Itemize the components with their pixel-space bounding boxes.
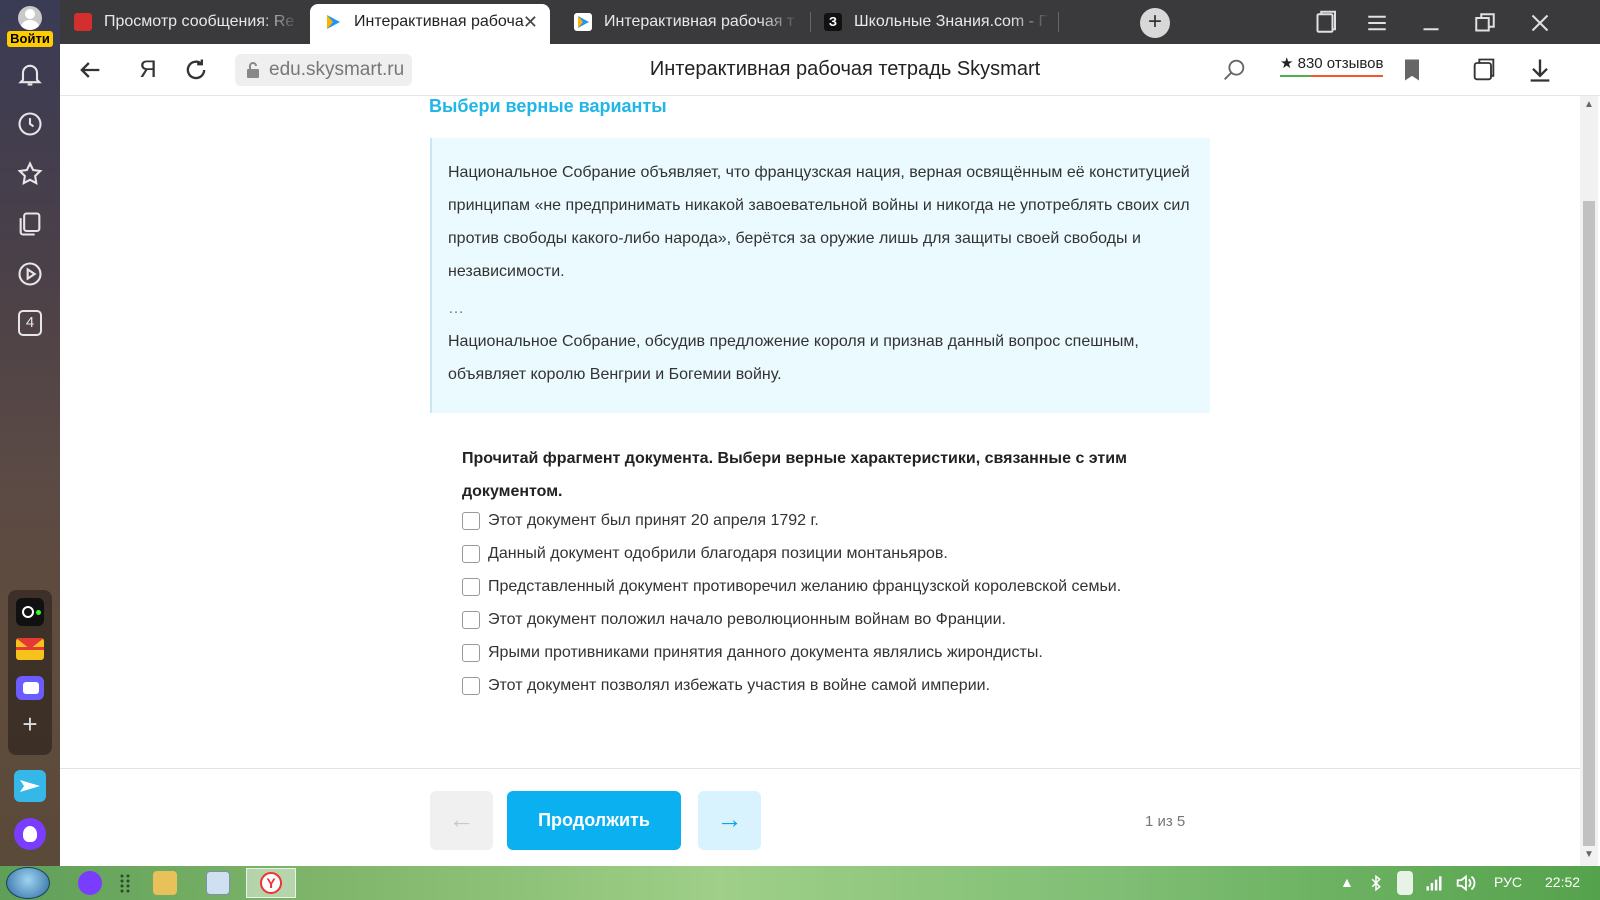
option-1[interactable]: Этот документ был принят 20 апреля 1792 … [462,508,1222,541]
collections-icon[interactable] [16,210,44,238]
file-explorer-icon[interactable] [153,871,177,895]
close-tab-icon[interactable]: ✕ [523,4,538,40]
reviews-badge[interactable]: ★ 830 отзывов [1280,54,1384,77]
mail-app-icon[interactable] [16,638,44,660]
checkbox[interactable] [462,578,480,596]
notepad-icon[interactable] [206,871,230,895]
mail-favicon-icon [74,13,92,31]
tray-arrow-icon[interactable]: ▲ [1340,874,1354,890]
download-icon[interactable] [1526,56,1554,84]
option-label: Этот документ был принят 20 апреля 1792 … [488,512,819,529]
checkbox[interactable] [462,545,480,563]
video-icon[interactable] [16,260,44,288]
search-page-icon[interactable] [1220,56,1248,84]
option-3[interactable]: Представленный документ противоречил жел… [462,574,1222,607]
tab-skysmart-2[interactable]: Интерактивная рабочая т [560,4,800,44]
options-list: Этот документ был принят 20 апреля 1792 … [462,508,1222,706]
collections-toolbar-icon[interactable] [1470,56,1498,84]
question-text: Прочитай фрагмент документа. Выбери верн… [462,450,1127,500]
alice-taskbar-icon[interactable] [78,871,102,895]
checkbox[interactable] [462,644,480,662]
doc-paragraph-1: Национальное Собрание объявляет, что фра… [448,164,1190,280]
yandex-browser-taskbar-button[interactable]: Y [246,868,296,898]
option-label: Представленный документ противоречил жел… [488,578,1122,595]
skysmart-favicon-icon [574,13,592,31]
menu-icon[interactable] [1362,8,1392,38]
tab-skysmart-active[interactable]: Интерактивная рабоча ✕ [310,4,550,44]
language-indicator[interactable]: РУС [1494,874,1522,890]
start-button[interactable] [6,867,50,899]
option-label: Данный документ одобрили благодаря позиц… [488,545,948,562]
tab-manager-icon[interactable] [1310,8,1340,38]
next-button[interactable]: → [698,791,761,850]
option-label: Этот документ позволял избежать участия … [488,677,991,694]
continue-button[interactable]: Продолжить [507,791,681,850]
add-app-icon[interactable]: + [18,711,42,737]
messenger-app-icon[interactable] [16,676,44,700]
tab-title: Интерактивная рабоча [354,13,524,30]
checkbox[interactable] [462,677,480,695]
new-tab-button[interactable]: + [1140,8,1170,38]
document-fragment: Национальное Собрание объявляет, что фра… [430,138,1210,413]
login-button[interactable]: Войти [6,6,54,48]
bookmark-icon[interactable] [1398,56,1426,84]
option-label: Этот документ положил начало революционн… [488,611,1006,628]
znania-favicon-icon: З [824,13,842,31]
option-4[interactable]: Этот документ положил начало революционн… [462,607,1222,640]
login-label: Войти [7,31,53,47]
doc-paragraph-2: Национальное Собрание, обсудив предложен… [448,333,1139,383]
page-counter: 1 из 5 [1145,813,1186,830]
prev-button[interactable]: ← [430,791,493,850]
yandex-browser-icon: Y [260,872,282,894]
alice-voice-icon[interactable] [14,818,46,850]
doc-ellipsis: … [448,300,464,317]
clock[interactable]: 22:52 [1545,874,1580,890]
checkbox[interactable] [462,512,480,530]
checkbox[interactable] [462,611,480,629]
vertical-scrollbar[interactable]: ▲ ▼ [1580,96,1598,866]
option-2[interactable]: Данный документ одобрили благодаря позиц… [462,541,1222,574]
volume-icon[interactable] [1454,871,1476,895]
tabs-counter-icon[interactable]: 4 [18,310,42,336]
history-icon[interactable] [16,110,44,138]
restore-icon[interactable] [1470,8,1500,38]
os-taskbar: Y ▲ РУС 22:52 [0,866,1600,900]
option-label: Ярыми противниками принятия данного доку… [488,644,1043,661]
address-toolbar: Я edu.skysmart.ru Интерактивная рабочая … [60,44,1600,96]
skysmart-favicon-icon [327,15,340,29]
minimize-icon[interactable] [1416,8,1446,38]
network-icon[interactable] [1424,871,1444,895]
task-footer: ← Продолжить → 1 из 5 [60,768,1580,866]
close-window-icon[interactable] [1525,8,1555,38]
avatar-icon [18,6,42,30]
battery-icon[interactable] [1397,871,1413,895]
scroll-down-icon[interactable]: ▼ [1584,850,1594,860]
bluetooth-icon[interactable] [1367,871,1385,895]
browser-sidebar: Войти 4 + [0,0,60,866]
send-app-icon[interactable] [14,770,46,802]
scroll-thumb[interactable] [1583,201,1595,846]
scroll-up-icon[interactable]: ▲ [1584,100,1594,110]
star-icon[interactable] [16,160,44,188]
task-heading: Выбери верные варианты [429,96,667,116]
option-6[interactable]: Этот документ позволял избежать участия … [462,673,1222,706]
alice-app-icon[interactable] [16,598,44,626]
option-5[interactable]: Ярыми противниками принятия данного доку… [462,640,1222,673]
sidebar-apps-panel: + [8,590,52,755]
bell-icon[interactable] [16,60,44,88]
tab-mail[interactable]: Просмотр сообщения: Re [60,4,300,44]
page-content: Выбери верные варианты Национальное Собр… [60,96,1580,866]
tab-znania[interactable]: З Школьные Знания.com - Г [810,4,1050,44]
tab-bar: Просмотр сообщения: Re Интерактивная раб… [60,0,1600,44]
apps-grid-icon[interactable] [114,871,138,895]
